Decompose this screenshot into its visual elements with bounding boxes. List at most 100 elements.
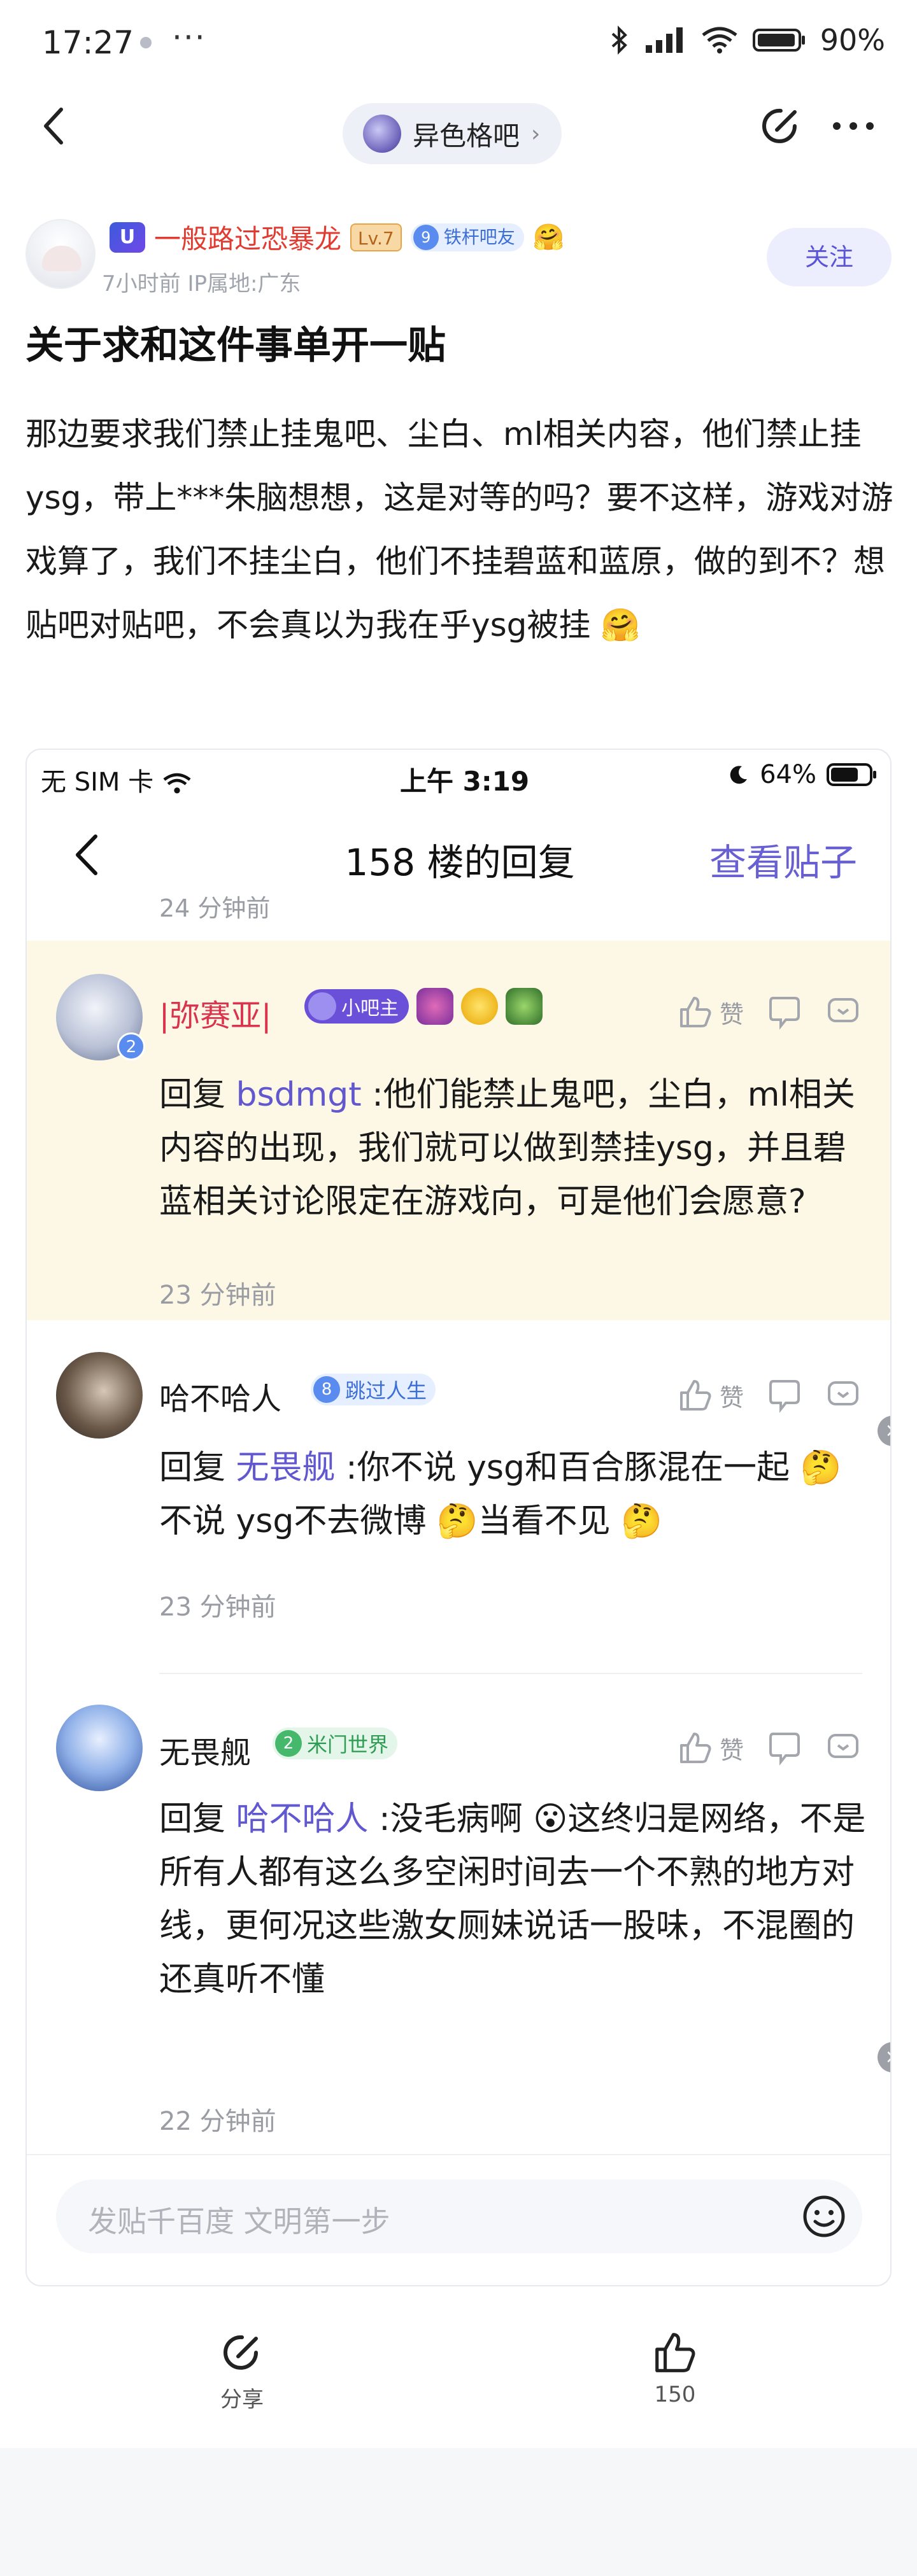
reply-time: 22 分钟前	[159, 2107, 276, 2136]
reply-mention: 无畏舰	[236, 1449, 336, 1487]
edit-icon[interactable]	[758, 103, 804, 149]
reply-actions: 赞	[678, 994, 861, 1030]
thumbs-up-icon	[655, 2333, 695, 2372]
reply-tags: 8 跳过人生	[311, 1374, 436, 1405]
reply-input-placeholder: 发贴千百度 文明第一步	[88, 2204, 390, 2239]
reply-username: 无畏舰	[159, 1735, 252, 1771]
embedded-screenshot[interactable]: 无 SIM 卡 上午 3:19 64% 158 楼的回复 查看贴子 24 分钟前…	[25, 749, 892, 2286]
share-label: 分享	[220, 2387, 264, 2412]
status-time: 17:27	[42, 24, 134, 61]
reply-actions: 赞	[678, 1730, 861, 1766]
level-tag: 2 米门世界	[273, 1728, 398, 1759]
moon-icon	[730, 766, 748, 784]
bluetooth-icon	[611, 25, 627, 55]
uv-badge: U	[110, 222, 145, 253]
screenshot-nav: 158 楼的回复 查看贴子	[27, 807, 890, 896]
reply-text: 回复 无畏舰 :你不说 ysg和百合豚混在一起 🤔不说 ysg不去微博 🤔当看不…	[159, 1449, 842, 1540]
fan-title: 铁杆吧友	[443, 226, 515, 248]
status-more-icon: ···	[172, 19, 206, 56]
reply-time: 23 分钟前	[159, 1593, 276, 1622]
reply-mention: 哈不哈人	[236, 1800, 369, 1838]
wifi-icon	[702, 27, 737, 53]
reply-tags: 小吧主	[304, 988, 543, 1025]
screenshot-battery: 64%	[760, 760, 816, 789]
close-icon: ×	[878, 1416, 890, 1446]
post-body: 那边要求我们禁止挂鬼吧、尘白、ml相关内容，他们禁止挂ysg，带上***朱脑想想…	[25, 416, 893, 644]
emoji-icon	[803, 2195, 845, 2237]
moderator-tag: 小吧主	[304, 989, 409, 1024]
battery-percent: 90%	[820, 23, 885, 57]
forum-name: 异色格吧	[413, 120, 520, 151]
avatar	[56, 1705, 143, 1791]
dislike-icon	[769, 1380, 800, 1413]
follow-button[interactable]: 关注	[767, 228, 892, 286]
reply-username: |弥赛亚|	[159, 998, 272, 1034]
comment-icon	[828, 998, 858, 1022]
reply-time: 23 分钟前	[159, 1281, 276, 1310]
divider	[27, 2154, 890, 2155]
crown-gem-icon	[416, 988, 453, 1025]
back-icon[interactable]	[32, 103, 78, 149]
screenshot-carrier: 无 SIM 卡	[41, 761, 192, 798]
like-button: 赞	[678, 1730, 744, 1766]
reply-item: 2 |弥赛亚| 小吧主 赞 回复 bsdmgt :他们能禁止鬼吧，尘白，ml相关…	[27, 941, 890, 1320]
bottom-bar: 分享 150	[0, 2304, 917, 2451]
more-icon[interactable]	[828, 103, 879, 149]
author-name[interactable]: 一般路过恐暴龙	[154, 218, 341, 257]
reply-input: 发贴千百度 文明第一步	[56, 2179, 862, 2253]
like-button[interactable]: 150	[611, 2330, 739, 2407]
close-icon: ×	[878, 2042, 890, 2073]
thumbs-up-icon	[679, 1733, 711, 1763]
bottom-spacer	[0, 2448, 917, 2576]
comment-icon	[828, 1734, 858, 1758]
dislike-icon	[769, 997, 800, 1030]
forum-entry[interactable]: 异色格吧 ›	[343, 103, 562, 164]
author-avatar[interactable]	[25, 219, 96, 289]
reply-item: 哈不哈人 8跳过人生 赞 × 回复 无畏舰 :你不说 ysg和百合豚混在一起 🤔…	[27, 1320, 890, 1677]
share-icon	[224, 2335, 258, 2370]
post-title: 关于求和这件事单开一贴	[25, 323, 446, 368]
reply-text: 回复 哈不哈人 :没毛病啊 😮这终归是网络，不是所有人都有这么多空闲时间去一个不…	[159, 1800, 866, 1999]
chevron-right-icon: ›	[531, 120, 541, 147]
reply-time: 24 分钟前	[159, 894, 271, 922]
divider	[159, 1673, 862, 1674]
screenshot-status-bar: 无 SIM 卡 上午 3:19 64%	[27, 750, 890, 807]
thumbs-up-icon	[679, 997, 711, 1027]
screenshot-status-right: 64%	[728, 760, 878, 789]
author-row: U 一般路过恐暴龙 Lv.7 9 铁杆吧友 🤗	[110, 218, 565, 257]
view-post-link: 查看贴子	[709, 841, 857, 884]
signal-icon	[645, 27, 683, 53]
battery-icon	[752, 29, 805, 52]
avatar	[56, 1352, 143, 1439]
moderator-icon	[308, 992, 336, 1020]
fan-level: 9	[413, 224, 439, 250]
status-bar: 17:27 ··· 90%	[0, 0, 917, 84]
fan-badge: 9 铁杆吧友	[410, 223, 524, 251]
comment-icon	[828, 1381, 858, 1405]
reply-tags: 2 米门世界	[273, 1728, 398, 1759]
top-nav: 异色格吧 ›	[0, 84, 917, 168]
like-button: 赞	[678, 1377, 744, 1413]
reply-text: 回复 bsdmgt :他们能禁止鬼吧，尘白，ml相关内容的出现，我们就可以做到禁…	[159, 1076, 855, 1221]
diamond-gem-icon	[461, 988, 498, 1025]
forum-avatar	[363, 115, 401, 153]
reply-actions: 赞	[678, 1377, 861, 1413]
reply-mention: bsdmgt	[236, 1076, 362, 1114]
like-count: 150	[654, 2382, 696, 2407]
status-right: 90%	[608, 23, 885, 57]
dislike-icon	[769, 1733, 800, 1766]
screenshot-time: 上午 3:19	[400, 766, 530, 797]
battery-icon	[827, 763, 876, 786]
thumbs-up-icon	[679, 1380, 711, 1411]
badge-gem-icon	[506, 988, 543, 1025]
reply-item: 无畏舰 2 米门世界 赞 回复 哈不哈人 :没毛病啊 😮这终归是网络，不是所有人都…	[27, 1677, 890, 2148]
emoji-badge: 🤗	[532, 223, 565, 252]
avatar-level-badge: 2	[117, 1032, 145, 1060]
reply-username: 哈不哈人	[159, 1381, 282, 1417]
wifi-icon	[163, 773, 191, 794]
share-button[interactable]: 分享	[178, 2330, 306, 2413]
like-button: 赞	[678, 994, 744, 1030]
author-meta: 7小时前 IP属地:广东	[102, 271, 301, 297]
level-badge: Lv.7	[350, 223, 402, 251]
level-tag: 8 跳过人生	[311, 1374, 436, 1405]
